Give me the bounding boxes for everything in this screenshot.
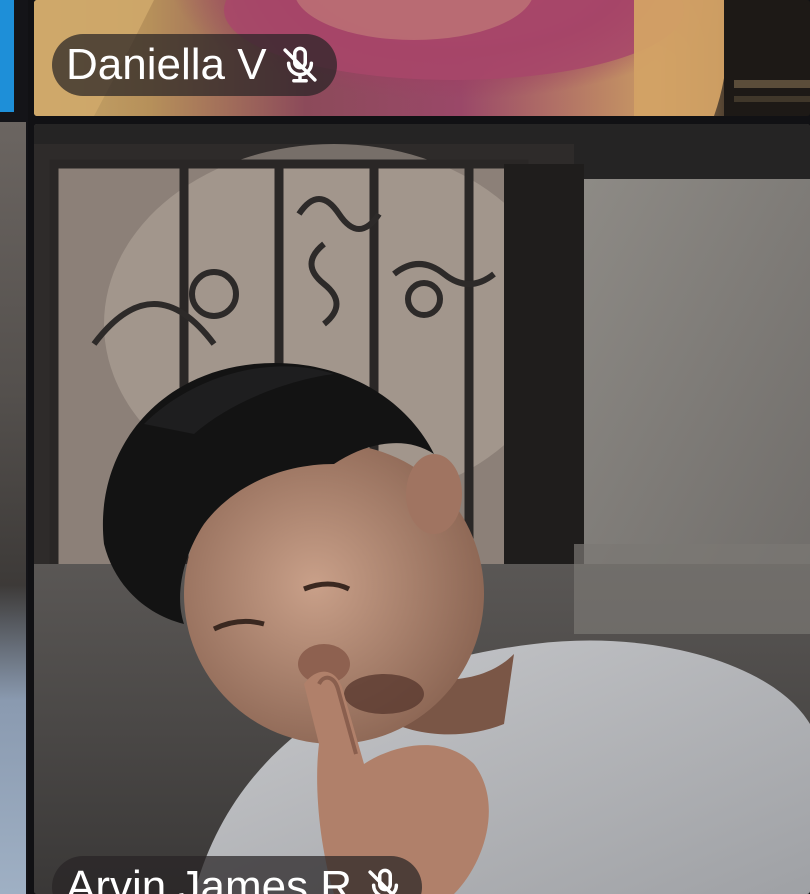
participant-name-label: Daniella V xyxy=(52,34,337,96)
participant-tile-arvin[interactable]: Arvin James R xyxy=(34,124,810,894)
partial-participant-video[interactable] xyxy=(0,122,26,894)
left-participant-column xyxy=(0,0,28,894)
video-feed-arvin xyxy=(34,124,810,894)
participant-tile-daniella[interactable]: Daniella V xyxy=(34,0,810,116)
participant-name: Daniella V xyxy=(66,40,267,89)
active-speaker-indicator xyxy=(0,0,14,112)
mic-off-icon xyxy=(282,46,317,83)
meeting-grid: Daniella V Arvin James R xyxy=(0,0,810,894)
mic-off-icon xyxy=(368,868,399,894)
participant-name: Arvin James R xyxy=(66,862,353,894)
participant-name-label: Arvin James R xyxy=(52,856,423,894)
